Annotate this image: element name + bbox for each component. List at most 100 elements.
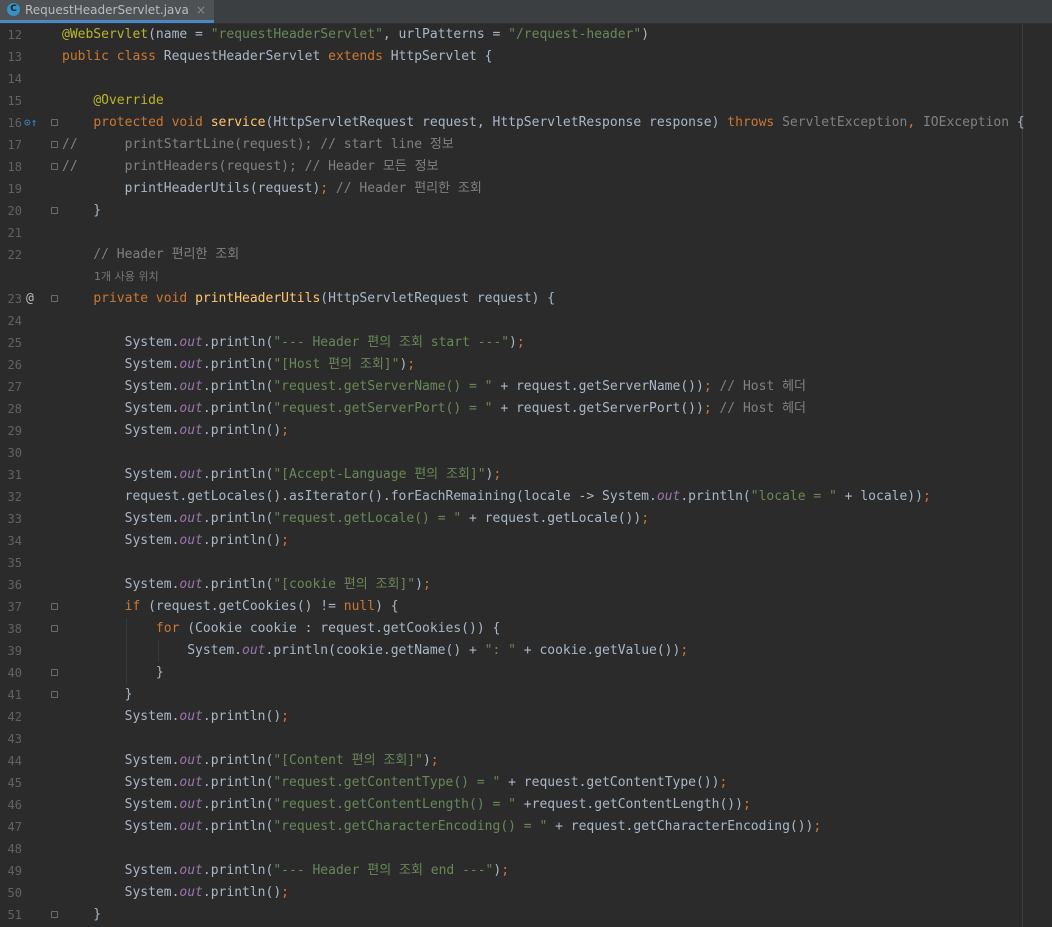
code-token: .println(cookie.getName() + (265, 643, 485, 658)
code-token: // Header 편리한 조회 (62, 247, 240, 262)
code-text: System.out.println("[Host 편의 조회]"); (62, 354, 416, 376)
fold-marker-icon[interactable] (51, 207, 58, 214)
code-token: System. (62, 863, 180, 878)
code-line[interactable]: 47 System.out.println("request.getCharac… (0, 816, 1052, 838)
fold-marker-icon[interactable] (51, 669, 58, 676)
code-line[interactable]: 44 System.out.println("[Content 편의 조회]")… (0, 750, 1052, 772)
code-token: "request.getLocale() = " (273, 511, 462, 526)
code-token: "request.getCharacterEncoding() = " (273, 819, 548, 834)
code-token: null (343, 599, 376, 614)
line-number: 19 (7, 182, 22, 196)
code-line[interactable]: 42 System.out.println(); (0, 706, 1052, 728)
code-line[interactable]: 24 (0, 310, 1052, 332)
code-line[interactable]: 27 System.out.println("request.getServer… (0, 376, 1052, 398)
code-text: System.out.println("[Content 편의 조회]"); (62, 750, 439, 772)
code-token: "/request-header" (508, 27, 642, 42)
code-token: ; (703, 379, 712, 394)
fold-marker-icon[interactable] (51, 691, 58, 698)
fold-marker-icon[interactable] (51, 625, 58, 632)
code-line[interactable]: 22 // Header 편리한 조회 (0, 244, 1052, 266)
code-line[interactable]: 15 @Override (0, 90, 1052, 112)
line-number: 45 (7, 776, 22, 790)
usage-hint-line[interactable]: 1개 사용 위치 (0, 266, 1052, 288)
code-line[interactable]: 35 (0, 552, 1052, 574)
fold-marker-icon[interactable] (51, 119, 58, 126)
code-line[interactable]: 51 } (0, 904, 1052, 926)
code-token: ; (501, 863, 510, 878)
code-text: System.out.println("request.getServerPor… (62, 398, 806, 420)
code-line[interactable]: 50 System.out.println(); (0, 882, 1052, 904)
code-line[interactable]: 33 System.out.println("request.getLocale… (0, 508, 1052, 530)
line-number: 15 (7, 94, 22, 108)
code-line[interactable]: 19 printHeaderUtils(request); // Header … (0, 178, 1052, 200)
code-line[interactable]: 28 System.out.println("request.getServer… (0, 398, 1052, 420)
line-number: 16 (7, 116, 22, 130)
code-line[interactable]: 30 (0, 442, 1052, 464)
code-line[interactable]: 23 @ private void printHeaderUtils(HttpSe… (0, 288, 1052, 310)
close-icon[interactable]: × (196, 3, 206, 17)
indent-guide (158, 640, 159, 662)
line-number: 39 (7, 644, 22, 658)
code-token: , urlPatterns = (382, 27, 509, 42)
fold-marker-icon[interactable] (51, 603, 58, 610)
code-token: // Host 헤더 (711, 379, 807, 394)
line-number: 20 (7, 204, 22, 218)
code-token: ) (415, 577, 423, 592)
code-text: } (62, 904, 101, 926)
code-token: "locale = " (750, 489, 837, 504)
code-line[interactable]: 41 } (0, 684, 1052, 706)
code-line[interactable]: 36 System.out.println("[cookie 편의 조회]"); (0, 574, 1052, 596)
code-line[interactable]: 45 System.out.println("request.getConten… (0, 772, 1052, 794)
usage-at-icon[interactable]: @ (26, 288, 34, 310)
editor-tab-request-header-servlet[interactable]: C RequestHeaderServlet.java × (0, 0, 214, 23)
code-token: out (179, 863, 203, 878)
code-token: System. (62, 577, 180, 592)
code-token: IOException (922, 115, 1010, 130)
code-line[interactable]: 31 System.out.println("[Accept-Language … (0, 464, 1052, 486)
code-line[interactable]: 16 ⊙↑ protected void service(HttpServletR… (0, 112, 1052, 134)
code-line[interactable]: 20 } (0, 200, 1052, 222)
code-line[interactable]: 12 @WebServlet(name = "requestHeaderServl… (0, 24, 1052, 46)
code-line[interactable]: 21 (0, 222, 1052, 244)
code-line[interactable]: 25 System.out.println("--- Header 편의 조회 … (0, 332, 1052, 354)
code-token: // printStartLine(request); // start lin… (62, 137, 454, 152)
code-line[interactable]: 49 System.out.println("--- Header 편의 조회 … (0, 860, 1052, 882)
code-token: out (179, 401, 203, 416)
code-line[interactable]: 29 System.out.println(); (0, 420, 1052, 442)
fold-marker-icon[interactable] (51, 295, 58, 302)
code-token: System. (62, 819, 180, 834)
code-line[interactable]: 37 if (request.getCookies() != null) { (0, 596, 1052, 618)
override-method-icon[interactable]: ⊙↑ (24, 112, 37, 134)
code-token: ; (320, 181, 329, 196)
code-token: } (62, 665, 164, 680)
code-line[interactable]: 18 // printHeaders(request); // Header 모든… (0, 156, 1052, 178)
code-token: ; (719, 775, 728, 790)
code-line[interactable]: 34 System.out.println(); (0, 530, 1052, 552)
code-token: extends (328, 49, 391, 64)
line-number: 30 (7, 446, 22, 460)
code-line[interactable]: 38 for (Cookie cookie : request.getCooki… (0, 618, 1052, 640)
line-number: 23 (7, 292, 22, 306)
code-token: out (179, 819, 203, 834)
code-token: "[Accept-Language 편의 조회]" (273, 467, 486, 482)
code-token: ; (742, 797, 751, 812)
code-line[interactable]: 13 public class RequestHeaderServlet exte… (0, 46, 1052, 68)
code-token: ; (422, 577, 431, 592)
code-line[interactable]: 46 System.out.println("request.getConten… (0, 794, 1052, 816)
code-line[interactable]: 48 (0, 838, 1052, 860)
code-line[interactable]: 43 (0, 728, 1052, 750)
code-editor[interactable]: 12 @WebServlet(name = "requestHeaderServl… (0, 24, 1052, 927)
code-line[interactable]: 14 (0, 68, 1052, 90)
code-line[interactable]: 40 } (0, 662, 1052, 684)
fold-marker-icon[interactable] (51, 141, 58, 148)
code-line[interactable]: 26 System.out.println("[Host 편의 조회]"); (0, 354, 1052, 376)
fold-marker-icon[interactable] (51, 911, 58, 918)
code-token: .println() (202, 885, 282, 900)
line-number: 33 (7, 512, 22, 526)
code-line[interactable]: 17 // printStartLine(request); // start l… (0, 134, 1052, 156)
fold-marker-icon[interactable] (51, 163, 58, 170)
line-number: 21 (7, 226, 22, 240)
code-line[interactable]: 32 request.getLocales().asIterator().for… (0, 486, 1052, 508)
usage-count-hint[interactable]: 1개 사용 위치 (94, 266, 159, 288)
code-token: ; (641, 511, 650, 526)
